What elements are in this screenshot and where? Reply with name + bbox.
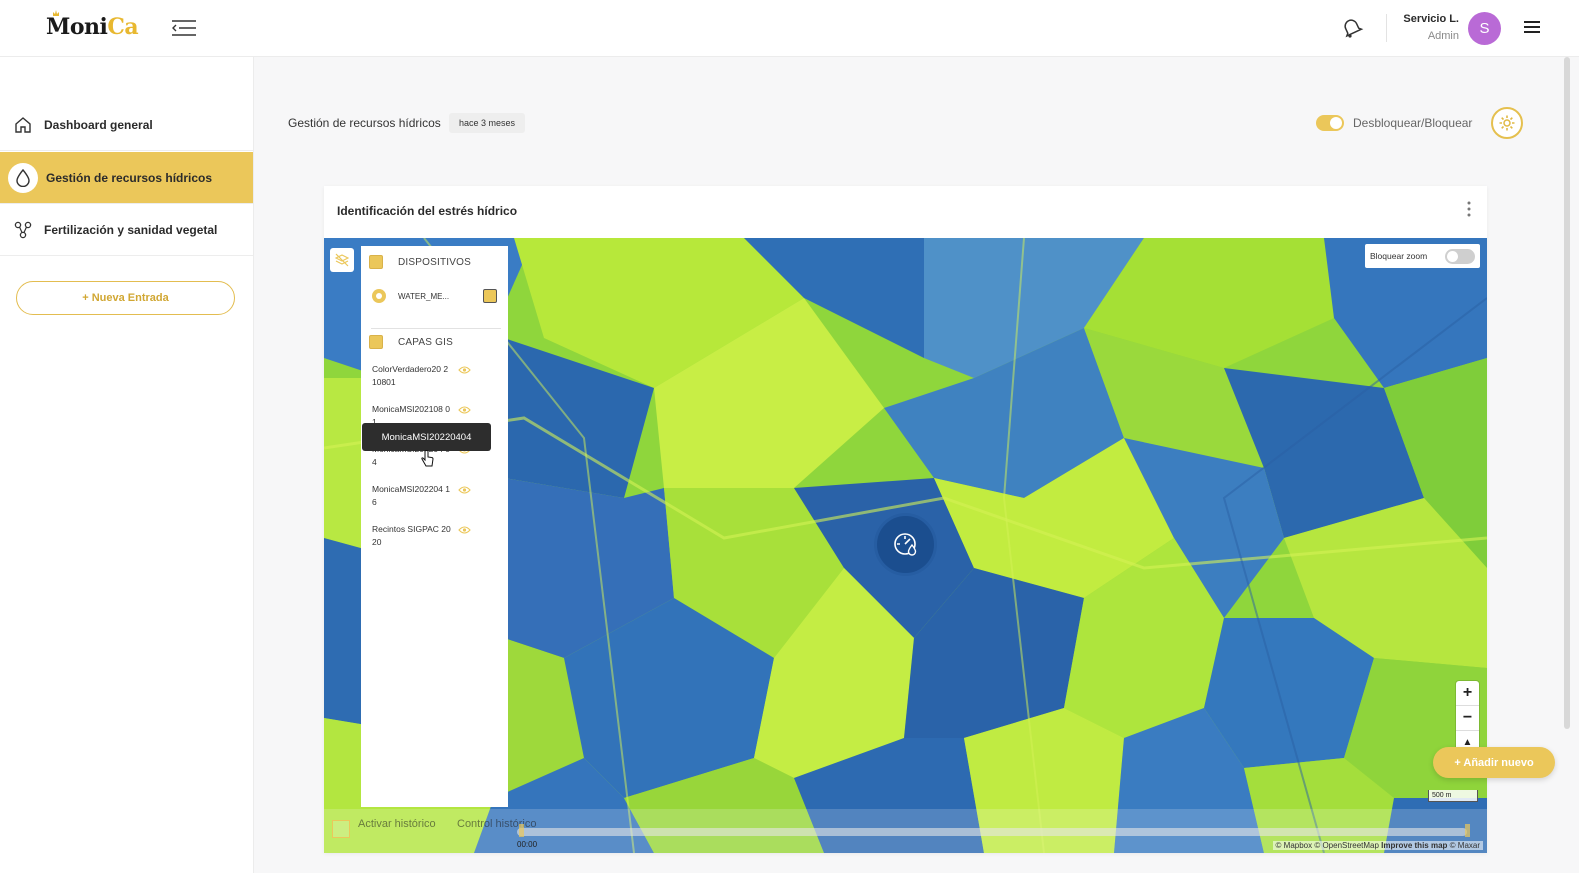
gis-layer-item[interactable]: MonicaMSI202204 16 <box>372 483 452 509</box>
lock-toggle[interactable] <box>1316 115 1344 131</box>
improve-map-link[interactable]: Improve this map <box>1381 841 1447 850</box>
layers-off-icon <box>335 253 349 267</box>
zoom-lock-control: Bloquear zoom <box>1365 244 1480 268</box>
sidebar-item-label: Dashboard general <box>44 117 153 132</box>
gis-layers-checkbox[interactable] <box>369 335 383 349</box>
hand-cursor-icon <box>421 450 434 467</box>
gis-layer-item[interactable]: Recintos SIGPAC 2020 <box>372 523 452 549</box>
device-checkbox[interactable] <box>483 289 497 303</box>
sidebar-item-label: Fertilización y sanidad vegetal <box>44 222 218 237</box>
eye-icon[interactable] <box>458 405 471 415</box>
timeline-start-handle[interactable] <box>519 824 524 837</box>
nodes-icon <box>14 221 32 239</box>
zoom-lock-toggle[interactable] <box>1445 249 1475 264</box>
devices-heading: DISPOSITIVOS <box>398 257 471 268</box>
logo-text-accent: Ca <box>107 14 139 40</box>
activate-history-label: Activar histórico <box>358 818 436 830</box>
sidebar: Dashboard general Gestión de recursos hí… <box>0 57 254 873</box>
sidebar-item-label: Gestión de recursos hídricos <box>46 170 213 185</box>
sidebar-item-fertilization[interactable]: Fertilización y sanidad vegetal <box>0 204 253 256</box>
page-scrollbar[interactable] <box>1564 57 1570 729</box>
user-name: Servicio L. <box>1403 13 1459 25</box>
add-new-button[interactable]: + Añadir nuevo <box>1433 747 1555 778</box>
hamburger-menu-icon[interactable] <box>1522 19 1542 35</box>
header-divider <box>1386 14 1387 42</box>
device-marker[interactable] <box>877 516 934 573</box>
app-logo[interactable]: MoniCa <box>46 14 139 40</box>
zoom-controls: + − ▲ <box>1456 681 1479 755</box>
gis-layers-heading: CAPAS GIS <box>398 337 453 348</box>
gear-icon <box>1499 115 1515 131</box>
map-attribution: © Mapbox © OpenStreetMap Improve this ma… <box>1272 841 1483 850</box>
timeline-start-label: 00:00 <box>517 840 538 849</box>
settings-button[interactable] <box>1491 107 1523 139</box>
devices-checkbox[interactable] <box>369 255 383 269</box>
collapse-menu-icon[interactable] <box>170 18 198 38</box>
water-stress-card: Identificación del estrés hídrico DISPOS… <box>324 186 1487 853</box>
sidebar-item-dashboard[interactable]: Dashboard general <box>0 99 253 151</box>
zoom-in-button[interactable]: + <box>1456 681 1479 705</box>
eye-icon[interactable] <box>458 365 471 375</box>
notifications-icon[interactable] <box>1340 16 1364 40</box>
top-bar: MoniCa Servicio L. Admin S <box>0 0 1579 57</box>
time-badge: hace 3 meses <box>449 113 526 133</box>
panel-divider <box>371 328 501 329</box>
card-title: Identificación del estrés hídrico <box>337 204 518 218</box>
new-entry-button[interactable]: + Nueva Entrada <box>16 281 235 315</box>
attribution-sources: © Mapbox © OpenStreetMap <box>1275 841 1379 850</box>
device-radio[interactable] <box>372 289 386 303</box>
attribution-maxar: © Maxar <box>1449 841 1480 850</box>
avatar[interactable]: S <box>1468 12 1501 45</box>
zoom-lock-label: Bloquear zoom <box>1370 251 1428 261</box>
home-icon <box>14 116 32 134</box>
zoom-out-button[interactable]: − <box>1456 706 1479 730</box>
gis-layer-item[interactable]: ColorVerdadero20 210801 <box>372 363 452 389</box>
layers-panel: DISPOSITIVOS WATER_ME... CAPAS GIS Color… <box>361 246 508 807</box>
logo-text-main: Moni <box>46 14 108 40</box>
device-name: WATER_ME... <box>398 292 450 301</box>
eye-icon[interactable] <box>458 485 471 495</box>
lock-toggle-label: Desbloquear/Bloquear <box>1353 116 1473 130</box>
page-title: Gestión de recursos hídricos <box>288 116 441 130</box>
layers-toggle-button[interactable] <box>330 248 354 272</box>
user-role: Admin <box>1427 30 1459 42</box>
more-vertical-icon[interactable] <box>1465 200 1473 218</box>
activate-history-checkbox[interactable] <box>332 820 350 838</box>
eye-icon[interactable] <box>458 525 471 535</box>
map-view[interactable]: DISPOSITIVOS WATER_ME... CAPAS GIS Color… <box>324 238 1487 853</box>
water-meter-icon <box>893 532 916 556</box>
sidebar-item-water-resources[interactable]: Gestión de recursos hídricos <box>0 152 253 204</box>
water-drop-icon <box>8 162 38 193</box>
scale-bar: 500 m <box>1428 790 1478 802</box>
timeline-end-handle[interactable] <box>1465 824 1470 837</box>
layer-tooltip: MonicaMSI20220404 <box>362 423 491 451</box>
history-timeline[interactable] <box>517 828 1467 836</box>
